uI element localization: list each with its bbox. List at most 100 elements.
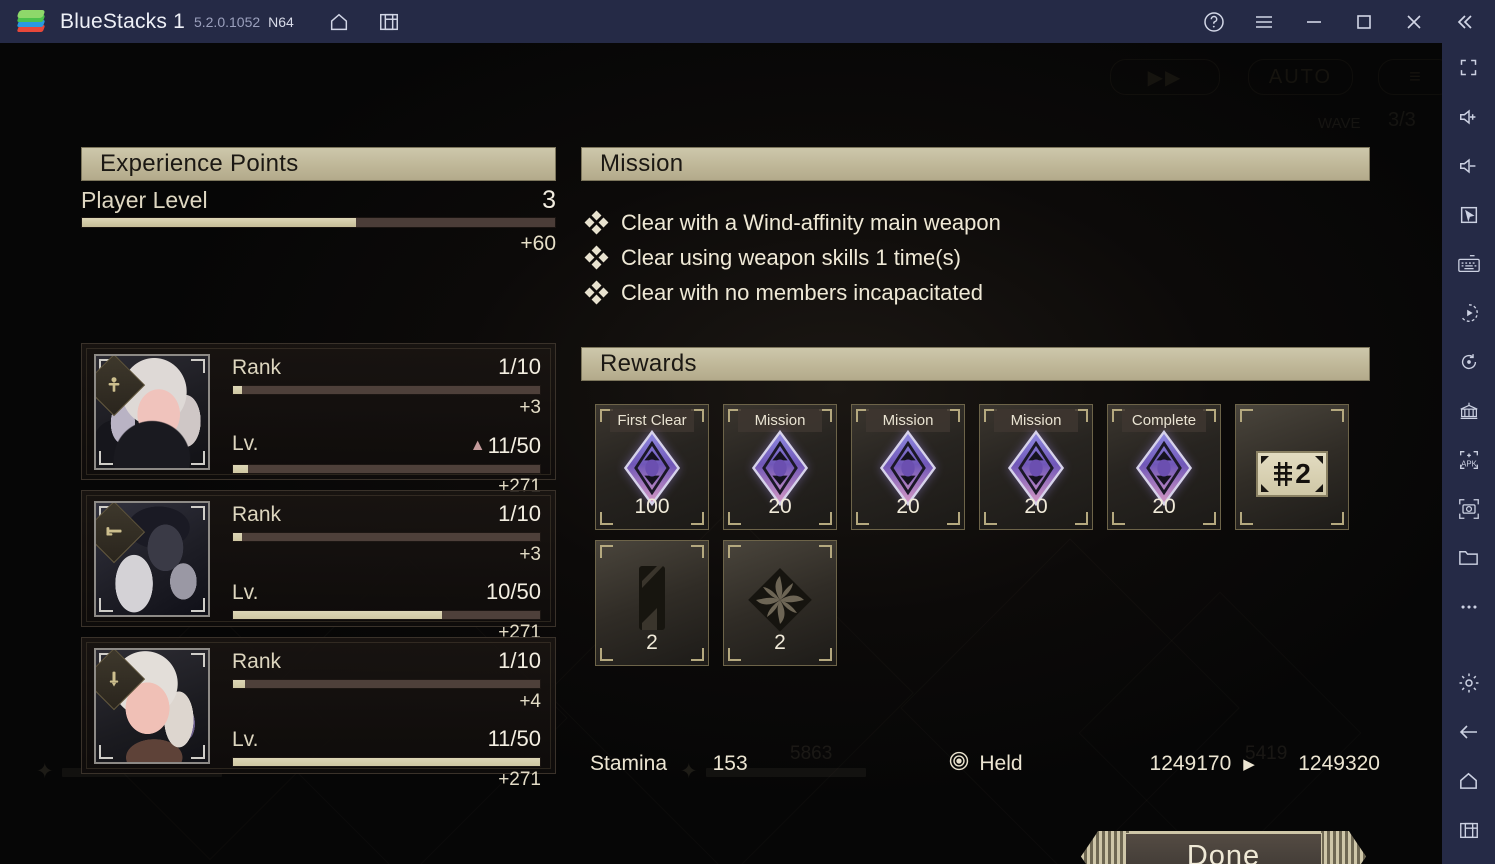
android-home-icon[interactable] (1442, 756, 1495, 805)
menu-button-bg: ≡ (1378, 59, 1442, 95)
reward-quantity: 2 (774, 631, 786, 654)
volume-down-icon[interactable] (1442, 141, 1495, 190)
reward-card[interactable]: 2 (595, 540, 709, 666)
player-level-label: Player Level (81, 186, 208, 213)
bluestacks-logo-icon (16, 7, 46, 37)
app-version: 5.2.0.1052 (193, 13, 261, 30)
mission-item: Clear using weapon skills 1 time(s) (584, 240, 1374, 275)
avatar[interactable] (94, 501, 210, 617)
multi-instance-icon[interactable] (372, 5, 406, 39)
settings-gear-icon[interactable] (1442, 658, 1495, 707)
diamond-cluster-icon (584, 280, 611, 304)
close-icon[interactable] (1397, 5, 1431, 39)
rank-value: 1/10 (498, 501, 541, 526)
reward-tag: First Clear (610, 409, 694, 432)
rank-block: Rank 1/10 +4 (232, 648, 541, 713)
cursor-mapping-icon[interactable] (1442, 190, 1495, 239)
reward-card[interactable]: First Clear 100 (595, 404, 709, 530)
multi-instance-manager-icon[interactable] (1442, 386, 1495, 435)
rank-gain: +3 (519, 544, 541, 565)
mission-item-label: Clear with no members incapacitated (621, 279, 983, 305)
banknote-icon: 2 (1236, 441, 1348, 507)
reward-card[interactable]: Mission 20 (851, 404, 965, 530)
fullscreen-icon[interactable] (1442, 43, 1495, 92)
install-apk-icon[interactable]: APK (1442, 435, 1495, 484)
done-button-right-ornament (1318, 831, 1366, 864)
rank-gain: +4 (519, 691, 541, 712)
reward-card[interactable]: Complete 20 (1107, 404, 1221, 530)
rotate-icon[interactable] (1442, 337, 1495, 386)
level-block: Lv. 11/50 +271 (232, 726, 541, 791)
reward-card[interactable]: Mission 20 (723, 404, 837, 530)
home-icon[interactable] (322, 5, 356, 39)
character-card[interactable]: Rank 1/10 +3 Lv. 10/50 +271 (81, 490, 556, 643)
reward-quantity: 20 (1152, 495, 1176, 518)
level-gain: +271 (498, 769, 541, 790)
reward-card[interactable]: Mission 20 (979, 404, 1093, 530)
rank-gain: +3 (519, 397, 541, 418)
level-bar (232, 757, 541, 767)
app-title: BlueStacks 1 (60, 9, 185, 33)
app-build: N64 (268, 13, 294, 30)
mission-item: Clear with a Wind-affinity main weapon (584, 205, 1374, 240)
keyboard-icon[interactable] (1442, 239, 1495, 288)
held-label: Held (979, 752, 1023, 775)
reward-tag: Mission (738, 409, 822, 432)
collapse-sidebar-icon[interactable] (1447, 5, 1481, 39)
back-arrow-icon[interactable] (1442, 707, 1495, 756)
arrow-right-icon: ▶ (1243, 756, 1255, 773)
minimize-icon[interactable] (1297, 5, 1331, 39)
rewards-panel-title: Rewards (600, 350, 697, 377)
macro-record-icon[interactable] (1442, 288, 1495, 337)
avatar[interactable] (94, 648, 210, 764)
character-card[interactable]: Rank 1/10 +3 Lv. ▲ 11/50 +271 (81, 343, 556, 497)
wind-sigil-icon (724, 561, 836, 639)
rewards-panel-header: Rewards (581, 347, 1370, 381)
character-stats: Rank 1/10 +3 Lv. ▲ 11/50 +271 (232, 354, 541, 498)
experience-panel-title: Experience Points (100, 150, 299, 177)
character-stats: Rank 1/10 +3 Lv. 10/50 +271 (232, 501, 541, 644)
level-up-arrow-icon: ▲ (469, 437, 486, 454)
rank-label: Rank (232, 356, 282, 379)
done-button[interactable]: Done (1081, 831, 1366, 864)
help-icon[interactable] (1197, 5, 1231, 39)
purple-gem-icon (724, 430, 836, 506)
reward-card[interactable]: 2 (1235, 404, 1349, 530)
rank-value: 1/10 (498, 354, 541, 379)
player-xp-bar-fill (82, 218, 357, 227)
reward-quantity: 100 (634, 495, 670, 518)
maximize-icon[interactable] (1347, 5, 1381, 39)
stamina-value: 153 (712, 752, 748, 775)
reward-quantity: 2 (646, 631, 658, 654)
level-label: Lv. (232, 581, 259, 604)
reward-tag: Mission (994, 409, 1078, 432)
volume-up-icon[interactable] (1442, 92, 1495, 141)
reward-tag: Complete (1122, 409, 1206, 432)
menu-icon[interactable] (1247, 5, 1281, 39)
avatar[interactable] (94, 354, 210, 470)
purple-gem-icon (596, 430, 708, 506)
game-viewport[interactable]: ▶▶ AUTO ≡ WAVE 3/3 ✦ 7035 ✦ 5863 5419 Ex… (0, 43, 1442, 864)
media-folder-icon[interactable] (1442, 533, 1495, 582)
mission-panel-header: Mission (581, 147, 1370, 181)
mission-item-label: Clear with a Wind-affinity main weapon (621, 209, 1001, 235)
reward-quantity: 20 (1024, 495, 1048, 518)
rank-label: Rank (232, 650, 282, 673)
recent-apps-icon[interactable] (1442, 805, 1495, 854)
level-value: 10/50 (485, 579, 541, 604)
level-block: Lv. 10/50 +271 (232, 579, 541, 644)
rank-block: Rank 1/10 +3 (232, 501, 541, 566)
window-titlebar: BlueStacks 1 5.2.0.1052 N64 (0, 0, 1495, 43)
reward-card[interactable]: 2 (723, 540, 837, 666)
rank-label: Rank (232, 503, 282, 526)
more-options-icon[interactable] (1442, 582, 1495, 631)
reward-quantity: 20 (896, 495, 920, 518)
rank-value: 1/10 (498, 648, 541, 673)
screenshot-icon[interactable] (1442, 484, 1495, 533)
mission-panel-title: Mission (600, 150, 684, 177)
level-value: 11/50 (487, 726, 541, 751)
character-card[interactable]: Rank 1/10 +4 Lv. 11/50 +271 (81, 637, 556, 790)
bluestacks-sidebar: APK (1442, 43, 1495, 864)
stone-tablet-icon (596, 561, 708, 639)
player-level-value: 3 (542, 185, 556, 214)
